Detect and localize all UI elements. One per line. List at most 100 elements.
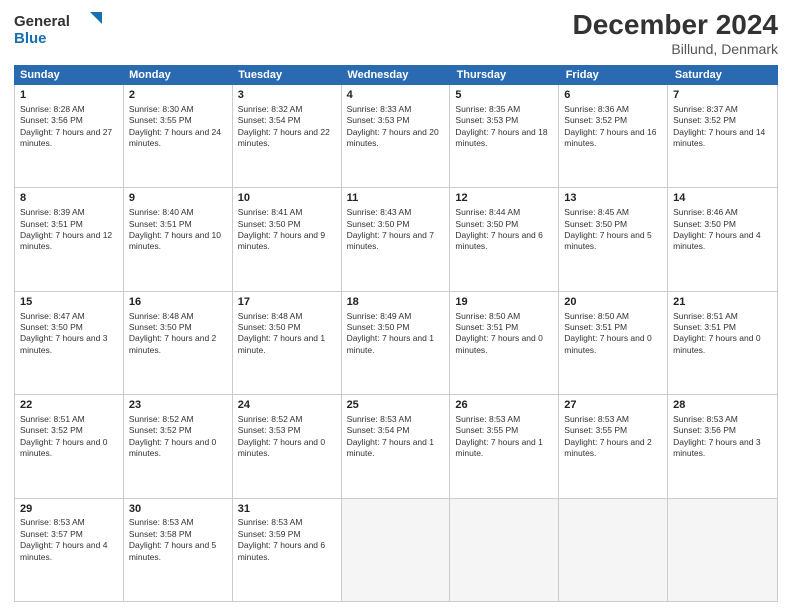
calendar-day: 18 Sunrise: 8:49 AM Sunset: 3:50 PM Dayl…: [342, 292, 451, 394]
daylight-text: Daylight: 7 hours and 3 minutes.: [673, 437, 760, 458]
day-number: 25: [347, 398, 445, 413]
sunrise-text: Sunrise: 8:50 AM: [564, 311, 629, 321]
daylight-text: Daylight: 7 hours and 4 minutes.: [20, 540, 107, 561]
sunset-text: Sunset: 3:51 PM: [673, 322, 736, 332]
sunset-text: Sunset: 3:50 PM: [129, 322, 192, 332]
sunset-text: Sunset: 3:56 PM: [20, 115, 83, 125]
calendar-day-empty: [342, 499, 451, 601]
sunset-text: Sunset: 3:55 PM: [129, 115, 192, 125]
calendar-day: 11 Sunrise: 8:43 AM Sunset: 3:50 PM Dayl…: [342, 188, 451, 290]
daylight-text: Daylight: 7 hours and 2 minutes.: [129, 333, 216, 354]
day-number: 22: [20, 398, 118, 413]
daylight-text: Daylight: 7 hours and 18 minutes.: [455, 127, 547, 148]
sunrise-text: Sunrise: 8:32 AM: [238, 104, 303, 114]
page-header: General Blue December 2024 Billund, Denm…: [14, 10, 778, 57]
daylight-text: Daylight: 7 hours and 1 minute.: [238, 333, 325, 354]
day-number: 11: [347, 191, 445, 206]
daylight-text: Daylight: 7 hours and 12 minutes.: [20, 230, 112, 251]
calendar-day-empty: [559, 499, 668, 601]
calendar-day: 27 Sunrise: 8:53 AM Sunset: 3:55 PM Dayl…: [559, 395, 668, 497]
sunrise-text: Sunrise: 8:48 AM: [238, 311, 303, 321]
sunrise-text: Sunrise: 8:51 AM: [673, 311, 738, 321]
calendar-day: 29 Sunrise: 8:53 AM Sunset: 3:57 PM Dayl…: [15, 499, 124, 601]
cal-header-day: Monday: [123, 65, 232, 85]
sunrise-text: Sunrise: 8:53 AM: [347, 414, 412, 424]
day-number: 10: [238, 191, 336, 206]
calendar-day: 23 Sunrise: 8:52 AM Sunset: 3:52 PM Dayl…: [124, 395, 233, 497]
daylight-text: Daylight: 7 hours and 7 minutes.: [347, 230, 434, 251]
sunrise-text: Sunrise: 8:46 AM: [673, 207, 738, 217]
svg-text:Blue: Blue: [14, 30, 47, 47]
day-number: 20: [564, 295, 662, 310]
daylight-text: Daylight: 7 hours and 0 minutes.: [673, 333, 760, 354]
sunrise-text: Sunrise: 8:28 AM: [20, 104, 85, 114]
calendar-day: 8 Sunrise: 8:39 AM Sunset: 3:51 PM Dayli…: [15, 188, 124, 290]
calendar-day: 31 Sunrise: 8:53 AM Sunset: 3:59 PM Dayl…: [233, 499, 342, 601]
day-number: 5: [455, 88, 553, 103]
daylight-text: Daylight: 7 hours and 0 minutes.: [564, 333, 651, 354]
day-number: 4: [347, 88, 445, 103]
sunrise-text: Sunrise: 8:33 AM: [347, 104, 412, 114]
day-number: 26: [455, 398, 553, 413]
sunset-text: Sunset: 3:56 PM: [673, 425, 736, 435]
cal-header-day: Friday: [560, 65, 669, 85]
daylight-text: Daylight: 7 hours and 1 minute.: [455, 437, 542, 458]
sunrise-text: Sunrise: 8:37 AM: [673, 104, 738, 114]
cal-header-day: Thursday: [451, 65, 560, 85]
sunrise-text: Sunrise: 8:53 AM: [564, 414, 629, 424]
day-number: 24: [238, 398, 336, 413]
sunrise-text: Sunrise: 8:52 AM: [129, 414, 194, 424]
page-subtitle: Billund, Denmark: [573, 41, 778, 57]
calendar-day: 16 Sunrise: 8:48 AM Sunset: 3:50 PM Dayl…: [124, 292, 233, 394]
cal-header-day: Saturday: [669, 65, 778, 85]
sunset-text: Sunset: 3:53 PM: [455, 115, 518, 125]
sunrise-text: Sunrise: 8:45 AM: [564, 207, 629, 217]
daylight-text: Daylight: 7 hours and 9 minutes.: [238, 230, 325, 251]
day-number: 15: [20, 295, 118, 310]
calendar-day: 19 Sunrise: 8:50 AM Sunset: 3:51 PM Dayl…: [450, 292, 559, 394]
sunset-text: Sunset: 3:59 PM: [238, 529, 301, 539]
sunset-text: Sunset: 3:50 PM: [673, 219, 736, 229]
daylight-text: Daylight: 7 hours and 10 minutes.: [129, 230, 221, 251]
sunrise-text: Sunrise: 8:36 AM: [564, 104, 629, 114]
daylight-text: Daylight: 7 hours and 2 minutes.: [564, 437, 651, 458]
calendar-day: 7 Sunrise: 8:37 AM Sunset: 3:52 PM Dayli…: [668, 85, 777, 187]
calendar-day: 14 Sunrise: 8:46 AM Sunset: 3:50 PM Dayl…: [668, 188, 777, 290]
daylight-text: Daylight: 7 hours and 1 minute.: [347, 333, 434, 354]
calendar-day: 26 Sunrise: 8:53 AM Sunset: 3:55 PM Dayl…: [450, 395, 559, 497]
daylight-text: Daylight: 7 hours and 5 minutes.: [129, 540, 216, 561]
sunrise-text: Sunrise: 8:47 AM: [20, 311, 85, 321]
sunrise-text: Sunrise: 8:53 AM: [129, 517, 194, 527]
calendar-day: 28 Sunrise: 8:53 AM Sunset: 3:56 PM Dayl…: [668, 395, 777, 497]
sunrise-text: Sunrise: 8:52 AM: [238, 414, 303, 424]
sunset-text: Sunset: 3:50 PM: [238, 219, 301, 229]
daylight-text: Daylight: 7 hours and 20 minutes.: [347, 127, 439, 148]
daylight-text: Daylight: 7 hours and 27 minutes.: [20, 127, 112, 148]
calendar-day: 20 Sunrise: 8:50 AM Sunset: 3:51 PM Dayl…: [559, 292, 668, 394]
svg-text:General: General: [14, 13, 70, 30]
sunset-text: Sunset: 3:52 PM: [564, 115, 627, 125]
sunset-text: Sunset: 3:50 PM: [347, 219, 410, 229]
calendar: SundayMondayTuesdayWednesdayThursdayFrid…: [14, 65, 778, 602]
calendar-day: 12 Sunrise: 8:44 AM Sunset: 3:50 PM Dayl…: [450, 188, 559, 290]
sunrise-text: Sunrise: 8:41 AM: [238, 207, 303, 217]
sunrise-text: Sunrise: 8:53 AM: [20, 517, 85, 527]
calendar-day: 2 Sunrise: 8:30 AM Sunset: 3:55 PM Dayli…: [124, 85, 233, 187]
logo-svg: General Blue: [14, 10, 104, 50]
day-number: 23: [129, 398, 227, 413]
logo: General Blue: [14, 10, 104, 50]
daylight-text: Daylight: 7 hours and 6 minutes.: [238, 540, 325, 561]
calendar-day: 25 Sunrise: 8:53 AM Sunset: 3:54 PM Dayl…: [342, 395, 451, 497]
sunset-text: Sunset: 3:53 PM: [238, 425, 301, 435]
calendar-day: 17 Sunrise: 8:48 AM Sunset: 3:50 PM Dayl…: [233, 292, 342, 394]
sunrise-text: Sunrise: 8:53 AM: [673, 414, 738, 424]
sunset-text: Sunset: 3:51 PM: [20, 219, 83, 229]
sunrise-text: Sunrise: 8:40 AM: [129, 207, 194, 217]
calendar-day: 9 Sunrise: 8:40 AM Sunset: 3:51 PM Dayli…: [124, 188, 233, 290]
sunrise-text: Sunrise: 8:35 AM: [455, 104, 520, 114]
day-number: 21: [673, 295, 772, 310]
day-number: 19: [455, 295, 553, 310]
daylight-text: Daylight: 7 hours and 14 minutes.: [673, 127, 765, 148]
calendar-week: 8 Sunrise: 8:39 AM Sunset: 3:51 PM Dayli…: [15, 187, 777, 290]
daylight-text: Daylight: 7 hours and 3 minutes.: [20, 333, 107, 354]
